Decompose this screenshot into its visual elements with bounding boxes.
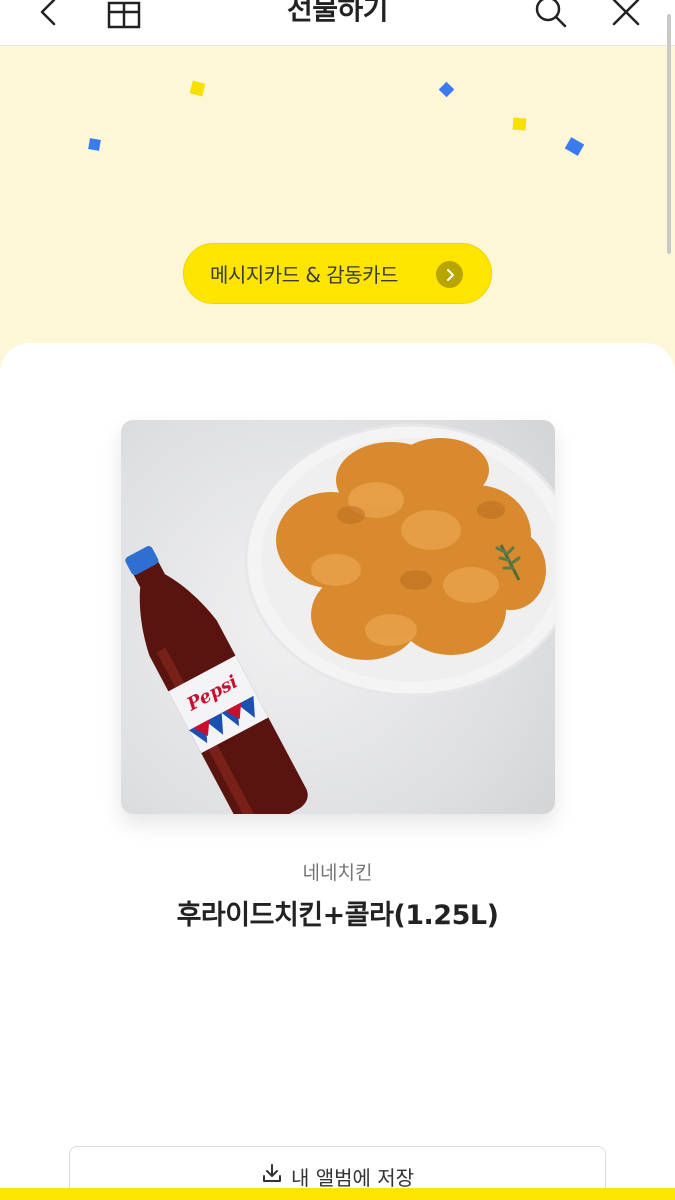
- confetti-shape: [438, 81, 455, 98]
- top-navigation-bar: 선물하기: [0, 0, 675, 46]
- product-image: Pepsi: [121, 420, 555, 814]
- message-card-label: 메시지카드 & 감동카드: [210, 263, 398, 287]
- product-name: 후라이드치킨+콜라(1.25L): [176, 900, 499, 931]
- scrollbar[interactable]: [667, 14, 671, 254]
- chevron-right-icon: [436, 261, 463, 288]
- confetti-shape: [564, 137, 585, 156]
- search-icon[interactable]: [531, 0, 571, 32]
- fried-chicken-and-pepsi-image: Pepsi: [125, 423, 555, 814]
- message-card-button[interactable]: 메시지카드 & 감동카드: [183, 243, 492, 304]
- download-icon: [261, 1162, 283, 1188]
- confetti-shape: [88, 138, 101, 151]
- save-to-album-label: 내 앨범에 저장: [290, 1166, 415, 1190]
- hero-banner: [0, 46, 675, 376]
- confetti-shape: [512, 117, 527, 131]
- confetti-shape: [189, 80, 206, 97]
- page-title: 선물하기: [286, 0, 389, 26]
- close-icon[interactable]: [606, 0, 646, 32]
- product-brand: 네네치킨: [302, 862, 373, 884]
- bottom-action-bar[interactable]: [0, 1188, 675, 1200]
